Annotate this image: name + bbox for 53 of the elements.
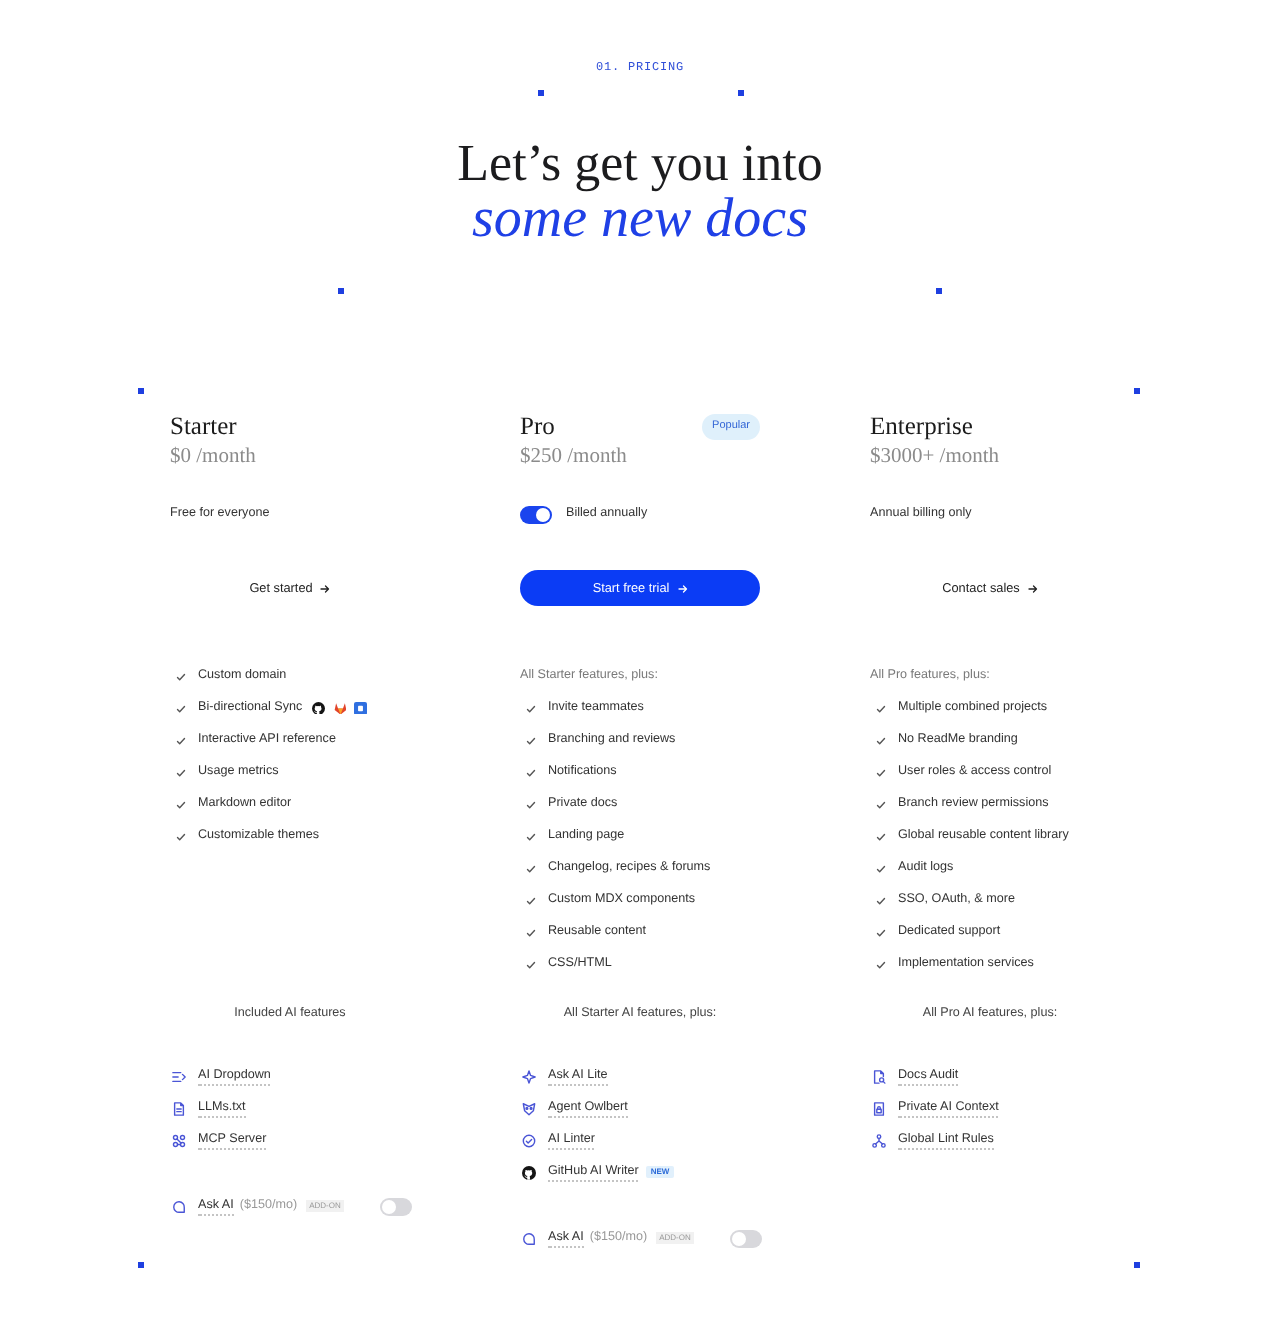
chat-bubble-icon <box>172 1199 186 1213</box>
document-search-icon <box>872 1069 886 1083</box>
plan-name: Starter <box>170 411 237 441</box>
check-icon <box>876 959 886 969</box>
add-on-toggle[interactable] <box>380 1197 412 1215</box>
check-icon <box>876 799 886 809</box>
fox-logo-icon <box>333 701 347 715</box>
owl-face-icon <box>522 1101 536 1115</box>
check-icon <box>876 831 886 841</box>
sparkle-icon <box>522 1069 536 1083</box>
check-icon <box>176 735 186 745</box>
arrow-right-icon <box>1027 583 1038 593</box>
check-icon <box>526 895 536 905</box>
check-icon <box>176 767 186 777</box>
arrow-right-icon <box>320 583 331 593</box>
locked-document-icon <box>872 1101 886 1115</box>
list-arrow-icon <box>172 1069 186 1083</box>
nodes-icon <box>172 1133 186 1147</box>
billing-toggle[interactable] <box>520 505 552 523</box>
github-logo-icon <box>522 1165 536 1179</box>
check-icon <box>876 895 886 905</box>
check-icon <box>176 703 186 713</box>
check-icon <box>876 767 886 777</box>
check-icon <box>526 767 536 777</box>
check-icon <box>526 799 536 809</box>
check-icon <box>526 927 536 937</box>
plan-price: $0 /month <box>170 444 256 472</box>
check-icon <box>876 735 886 745</box>
plan-name: Pro <box>520 411 555 441</box>
heading-accent: some new docs <box>472 192 808 248</box>
plan-price: $3000+ /month <box>870 444 1000 472</box>
document-icon <box>172 1101 186 1115</box>
square-logo-icon <box>354 701 368 715</box>
check-icon <box>176 799 186 809</box>
check-icon <box>526 735 536 745</box>
check-icon <box>526 959 536 969</box>
page-heading: Let’s get you into <box>457 136 823 192</box>
check-icon <box>876 863 886 873</box>
plan-price: $250 /month <box>520 444 627 472</box>
check-icon <box>876 703 886 713</box>
chat-bubble-icon <box>522 1231 536 1245</box>
hierarchy-icon <box>872 1133 886 1147</box>
check-icon <box>526 863 536 873</box>
check-icon <box>526 831 536 841</box>
check-icon <box>176 831 186 841</box>
add-on-toggle[interactable] <box>730 1229 762 1247</box>
plan-name: Enterprise <box>870 411 973 441</box>
arrow-right-icon <box>677 583 688 593</box>
check-icon <box>876 927 886 937</box>
github-logo-icon <box>312 701 326 715</box>
check-icon <box>526 703 536 713</box>
check-icon <box>176 671 186 681</box>
check-circle-icon <box>522 1133 536 1147</box>
